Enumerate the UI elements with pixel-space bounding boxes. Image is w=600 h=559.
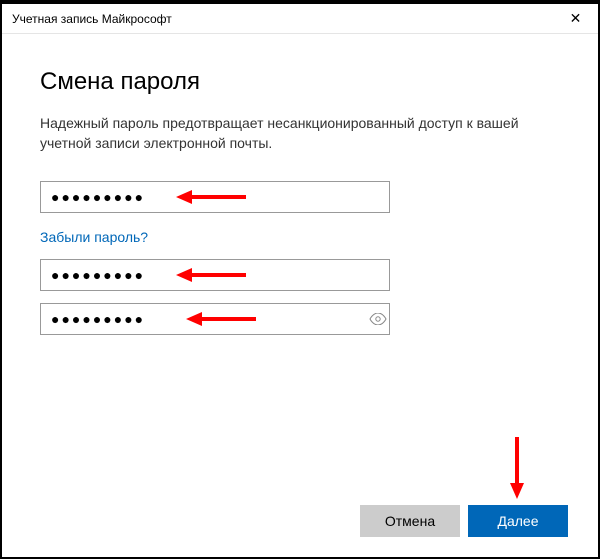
close-button[interactable]: ✕ [553,4,598,34]
window-title: Учетная запись Майкрософт [12,12,172,26]
page-description: Надежный пароль предотвращает несанкцион… [40,114,560,153]
content-area: Смена пароля Надежный пароль предотвраща… [2,34,598,335]
footer-buttons: Отмена Далее [360,505,568,537]
titlebar: Учетная запись Майкрософт ✕ [2,4,598,34]
confirm-password-input[interactable] [40,303,390,335]
page-title: Смена пароля [40,68,560,96]
current-password-input[interactable] [40,181,390,213]
reveal-password-icon[interactable] [367,303,389,335]
confirm-password-row [40,303,560,335]
cancel-button[interactable]: Отмена [360,505,460,537]
new-password-row [40,259,560,291]
annotation-arrow-icon [508,437,526,499]
new-password-input[interactable] [40,259,390,291]
close-icon: ✕ [570,10,582,27]
forgot-password-link[interactable]: Забыли пароль? [40,229,148,245]
current-password-row [40,181,560,213]
dialog-window: Учетная запись Майкрософт ✕ Смена пароля… [0,0,600,559]
next-button[interactable]: Далее [468,505,568,537]
